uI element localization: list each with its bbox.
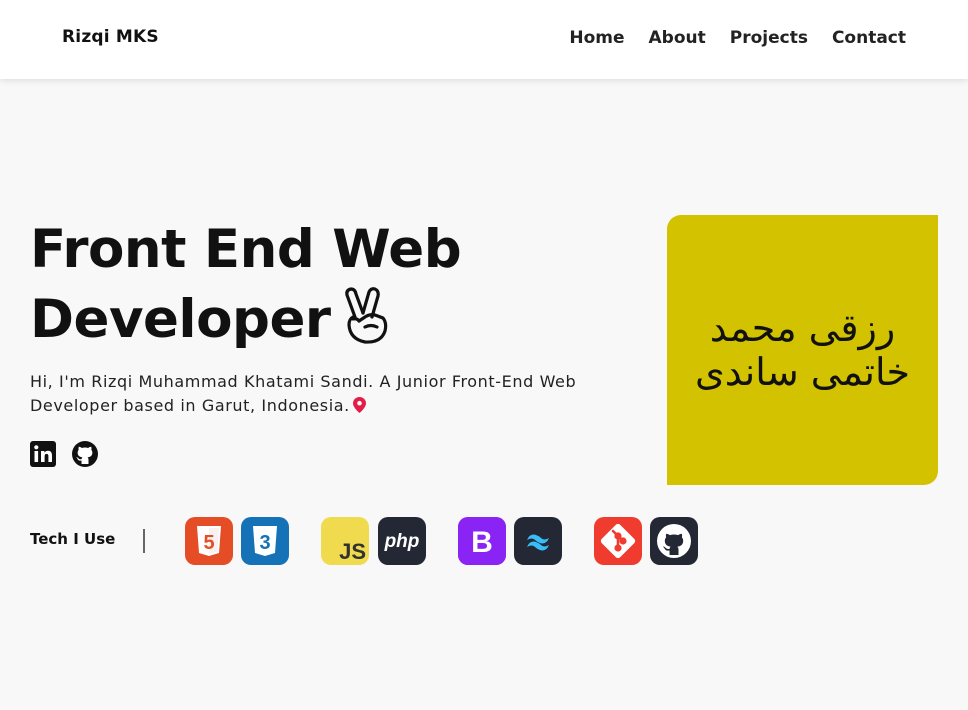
github-tech-icon [650,517,698,565]
css3-icon: 3 [241,517,289,565]
hero-description: Hi, I'm Rizqi Muhammad Khatami Sandi. A … [30,370,630,418]
javascript-icon: JS [321,517,369,565]
git-icon [594,517,642,565]
nav-contact[interactable]: Contact [832,28,906,48]
linkedin-icon[interactable] [30,441,56,467]
nav-home[interactable]: Home [569,28,624,48]
hero-description-text: Hi, I'm Rizqi Muhammad Khatami Sandi. A … [30,372,577,415]
calligraphy-line1: رزقی محمد [709,306,896,350]
php-icon: php [378,517,426,565]
calligraphy-logo: رزقی محمد خاتمی ساندی [695,306,910,394]
nav-about[interactable]: About [649,28,706,48]
hero-title-line1: Front End Web [30,219,462,280]
nav-projects[interactable]: Projects [730,28,808,48]
tailwind-icon [514,517,562,565]
calligraphy-logo-card: رزقی محمد خاتمی ساندی [667,215,938,485]
github-icon[interactable] [72,441,98,467]
html5-icon: 5 [185,517,233,565]
php-icon-text: php [384,531,420,552]
hero-title-word: Developer [30,289,331,350]
map-pin-icon [352,397,366,413]
html5-icon-text: 5 [203,532,214,554]
bootstrap-icon-text: B [471,526,493,559]
bootstrap-icon: B [458,517,506,565]
social-links [30,441,98,467]
brand-logo[interactable]: Rizqi MKS [62,27,159,47]
tech-label: Tech I Use [30,530,116,548]
calligraphy-line2: خاتمی ساندی [694,350,911,394]
navbar: Rizqi MKS Home About Projects Contact [0,0,968,79]
nav-links: Home About Projects Contact [569,28,906,48]
victory-hand-icon [344,287,387,344]
css3-icon-text: 3 [259,532,270,554]
javascript-icon-text: JS [339,539,366,564]
hero-title: Front End Web Developer [30,215,462,355]
tech-divider [143,529,145,553]
hero-title-line2: Developer [30,285,461,355]
